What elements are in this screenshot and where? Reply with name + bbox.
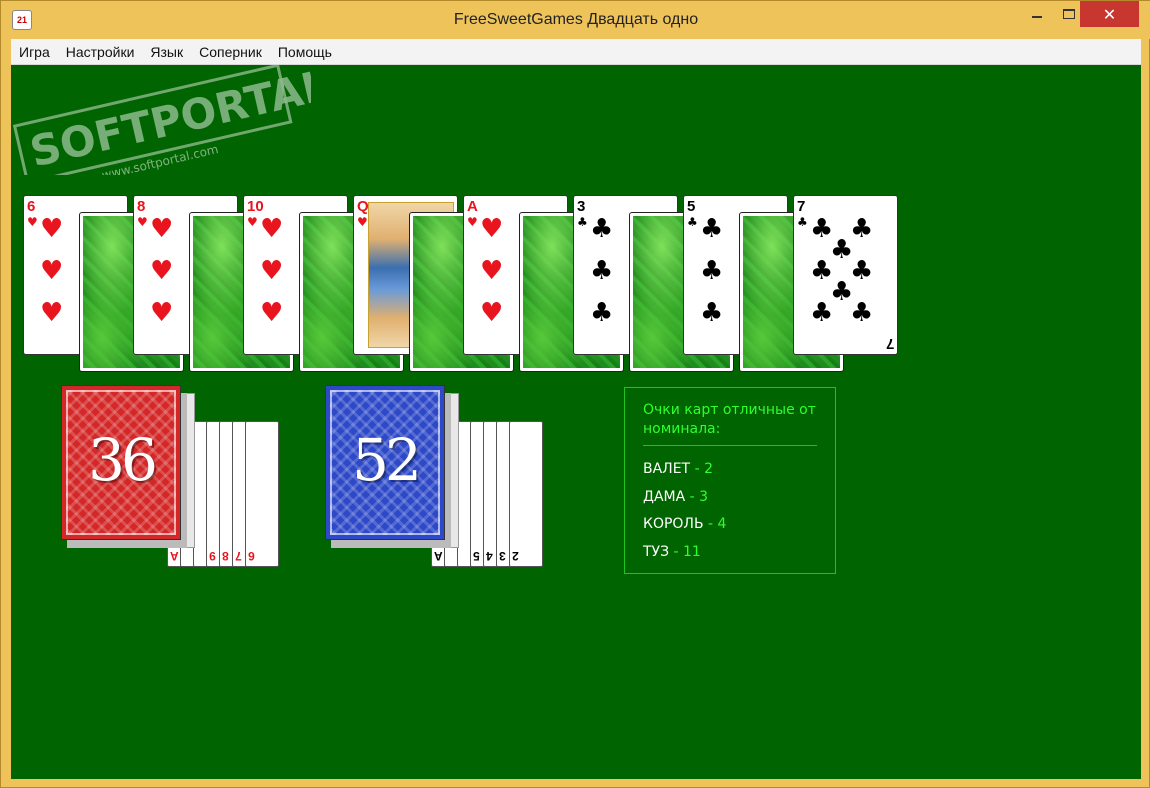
- card-pip: ♥: [40, 298, 64, 328]
- points-row-jack: ВАЛЕТ - 2: [643, 460, 817, 479]
- card-suit-small: ♥: [27, 215, 38, 229]
- fan-card-rank: 2: [512, 549, 519, 563]
- points-name: ДАМА: [643, 488, 686, 505]
- deck-36-button[interactable]: A 9 8 7 6 36: [61, 385, 291, 575]
- card-pip: ♥: [40, 256, 64, 286]
- card-pip: ♣: [850, 298, 874, 328]
- card-pip: ♥: [150, 298, 174, 328]
- deck-side: [179, 393, 195, 548]
- fan-card-rank: 3: [499, 549, 506, 563]
- minimize-button[interactable]: [1021, 1, 1053, 27]
- points-row-king: КОРОЛЬ - 4: [643, 515, 817, 534]
- deck-count: 52: [352, 426, 422, 494]
- fan-card: 2: [509, 421, 543, 567]
- card-suit-small: ♣: [577, 215, 588, 229]
- card-pip: ♣: [850, 256, 874, 286]
- close-button[interactable]: ✕: [1080, 1, 1139, 27]
- card-pip: ♥: [150, 256, 174, 286]
- fan-card-rank: 4: [486, 549, 493, 563]
- points-panel-title: Очки карт отличные от номинала:: [643, 401, 817, 446]
- menu-game[interactable]: Игра: [11, 39, 58, 65]
- card-suit-small: ♥: [467, 215, 478, 229]
- card-suit-small: ♥: [247, 215, 258, 229]
- fan-card: 6: [245, 421, 279, 567]
- card-pip: ♥: [480, 214, 504, 244]
- watermark-tm: TM: [261, 65, 277, 68]
- card-pip: ♥: [260, 256, 284, 286]
- fan-card-rank: 5: [473, 549, 480, 563]
- fan-card-rank: 6: [248, 549, 255, 563]
- maximize-icon: [1063, 9, 1075, 19]
- card-rank: 3: [577, 198, 586, 215]
- card-rank: A: [467, 198, 478, 215]
- menu-settings[interactable]: Настройки: [58, 39, 143, 65]
- card-pip: ♥: [480, 298, 504, 328]
- softportal-watermark: SOFTPORTAL www.softportal.com TM: [12, 65, 311, 175]
- close-icon: ✕: [1102, 4, 1117, 24]
- card-pip: ♥: [40, 214, 64, 244]
- card-pip: ♣: [700, 256, 724, 286]
- deck-box: 52: [325, 385, 445, 540]
- card-pip: ♣: [830, 277, 854, 307]
- card-rank: Q: [357, 198, 369, 215]
- points-value: - 11: [673, 543, 701, 560]
- fan-card-rank: A: [170, 549, 179, 563]
- card-pip: ♥: [150, 214, 174, 244]
- card-suit-small: ♣: [797, 215, 808, 229]
- card-pip: ♣: [590, 256, 614, 286]
- title-bar[interactable]: 21 FreeSweetGames Двадцать одно ✕: [1, 1, 1150, 39]
- deck-box: 36: [61, 385, 181, 540]
- card-pip: ♥: [260, 298, 284, 328]
- card-rank: 6: [27, 198, 36, 215]
- menu-opponent[interactable]: Соперник: [191, 39, 270, 65]
- card-pip: ♣: [850, 214, 874, 244]
- card-rank: 10: [247, 198, 264, 215]
- menu-bar: Игра Настройки Язык Соперник Помощь: [11, 39, 1141, 65]
- deck-52-button[interactable]: A 5 4 3 2 52: [325, 385, 555, 575]
- window-title: FreeSweetGames Двадцать одно: [453, 11, 699, 28]
- card-pip: ♥: [260, 214, 284, 244]
- deck-count: 36: [88, 426, 158, 494]
- card-pip: ♥: [480, 256, 504, 286]
- playing-card[interactable]: 7 ♣ ♣ ♣ ♣ ♣ ♣ ♣ ♣ ♣ 7: [793, 195, 898, 355]
- fan-card-rank: 8: [222, 549, 229, 563]
- points-value: - 2: [694, 461, 713, 477]
- card-rank-bottom: 7: [885, 335, 894, 352]
- points-value: - 3: [689, 488, 709, 505]
- card-pip: ♣: [590, 214, 614, 244]
- card-pip: ♣: [590, 298, 614, 328]
- deck-side: [443, 393, 459, 548]
- game-table[interactable]: SOFTPORTAL www.softportal.com TM 6♥♥♥♥8♥…: [11, 65, 1141, 779]
- card-suit-small: ♣: [687, 215, 698, 229]
- menu-language[interactable]: Язык: [142, 39, 191, 65]
- card-pip: ♣: [700, 298, 724, 328]
- points-value: - 4: [708, 516, 727, 532]
- points-name: КОРОЛЬ: [643, 516, 704, 532]
- points-row-queen: ДАМА - 3: [643, 488, 817, 507]
- card-suit-small: ♥: [357, 215, 368, 229]
- card-points-panel: Очки карт отличные от номинала: ВАЛЕТ - …: [624, 387, 836, 574]
- card-rank: 5: [687, 198, 696, 215]
- card-pip: ♣: [700, 214, 724, 244]
- fan-card-rank: A: [434, 549, 443, 563]
- points-name: ВАЛЕТ: [643, 461, 691, 477]
- card-rank: 7: [797, 198, 806, 215]
- card-rank: 8: [137, 198, 146, 215]
- points-name: ТУЗ: [643, 543, 670, 560]
- watermark-brand: SOFTPORTAL: [25, 65, 311, 175]
- fan-card-rank: 7: [235, 549, 242, 563]
- app-window: 21 FreeSweetGames Двадцать одно ✕ Игра Н…: [0, 0, 1150, 788]
- fan-card-rank: 9: [209, 549, 216, 563]
- card-suit-small: ♥: [137, 215, 148, 229]
- watermark-url: www.softportal.com: [100, 142, 219, 175]
- minimize-icon: [1032, 16, 1042, 18]
- points-row-ace: ТУЗ - 11: [643, 543, 817, 562]
- menu-help[interactable]: Помощь: [270, 39, 340, 65]
